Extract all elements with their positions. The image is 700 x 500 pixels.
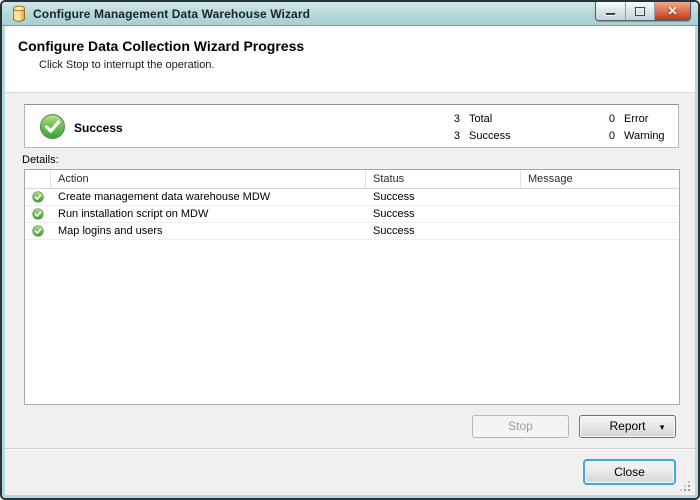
wizard-window: Configure Management Data Warehouse Wiza…	[0, 0, 700, 500]
cell-status: Success	[373, 191, 415, 203]
chevron-down-icon: ▼	[658, 423, 666, 432]
stat-total-value: 3	[453, 112, 460, 125]
stat-error: 0 Error	[585, 110, 665, 127]
report-button-label: Report	[609, 419, 646, 433]
column-header-icon[interactable]	[25, 170, 51, 188]
summary-panel: Success 3 Total 3 Success 0 Error 0 Warn…	[24, 104, 679, 148]
cell-action: Create management data warehouse MDW	[58, 191, 271, 203]
stat-total: 3 Total	[430, 110, 585, 127]
wizard-body: Success 3 Total 3 Success 0 Error 0 Warn…	[5, 93, 695, 448]
stat-error-value: 0	[608, 112, 615, 125]
stat-success-label: Success	[469, 129, 511, 142]
cell-status: Success	[373, 225, 415, 237]
summary-stats: 3 Total 3 Success 0 Error 0 Warning	[430, 110, 665, 144]
stat-success-value: 3	[453, 129, 460, 142]
row-success-icon	[32, 225, 44, 237]
minimize-icon	[605, 12, 616, 16]
table-row[interactable]: Map logins and users Success	[25, 223, 679, 240]
database-icon	[13, 5, 25, 22]
report-button[interactable]: Report ▼	[579, 415, 676, 438]
wizard-header: Configure Data Collection Wizard Progres…	[5, 26, 695, 93]
stat-total-label: Total	[469, 112, 493, 125]
page-title: Configure Data Collection Wizard Progres…	[18, 38, 305, 54]
success-check-icon	[39, 113, 66, 140]
table-row[interactable]: Create management data warehouse MDW Suc…	[25, 189, 679, 206]
stat-warning: 0 Warning	[585, 127, 665, 144]
table-row[interactable]: Run installation script on MDW Success	[25, 206, 679, 223]
details-table: Action Status Message Create management …	[24, 169, 680, 405]
cell-action: Map logins and users	[58, 225, 163, 237]
stat-warning-label: Warning	[624, 129, 665, 142]
details-label: Details:	[22, 154, 59, 166]
window-controls: ✕	[595, 2, 691, 21]
resize-grip-icon[interactable]	[679, 480, 690, 491]
column-header-status[interactable]: Status	[366, 170, 521, 188]
wizard-footer: Close	[5, 448, 695, 495]
column-header-message[interactable]: Message	[521, 170, 679, 188]
cell-status: Success	[373, 208, 415, 220]
row-success-icon	[32, 208, 44, 220]
close-button[interactable]: Close	[583, 459, 676, 485]
page-subtitle: Click Stop to interrupt the operation.	[39, 59, 215, 71]
stat-error-label: Error	[624, 112, 649, 125]
stat-success: 3 Success	[430, 127, 585, 144]
window-title: Configure Management Data Warehouse Wiza…	[33, 7, 311, 21]
close-icon: ✕	[667, 4, 678, 18]
maximize-button[interactable]	[626, 2, 655, 20]
stop-button[interactable]: Stop	[472, 415, 569, 438]
status-label: Success	[74, 121, 123, 135]
minimize-button[interactable]	[596, 2, 626, 20]
title-bar[interactable]: Configure Management Data Warehouse Wiza…	[2, 2, 698, 26]
close-window-button[interactable]: ✕	[655, 2, 690, 20]
cell-action: Run installation script on MDW	[58, 208, 209, 220]
row-success-icon	[32, 191, 44, 203]
maximize-icon	[635, 6, 645, 16]
table-header: Action Status Message	[25, 170, 679, 189]
stat-warning-value: 0	[608, 129, 615, 142]
column-header-action[interactable]: Action	[51, 170, 366, 188]
